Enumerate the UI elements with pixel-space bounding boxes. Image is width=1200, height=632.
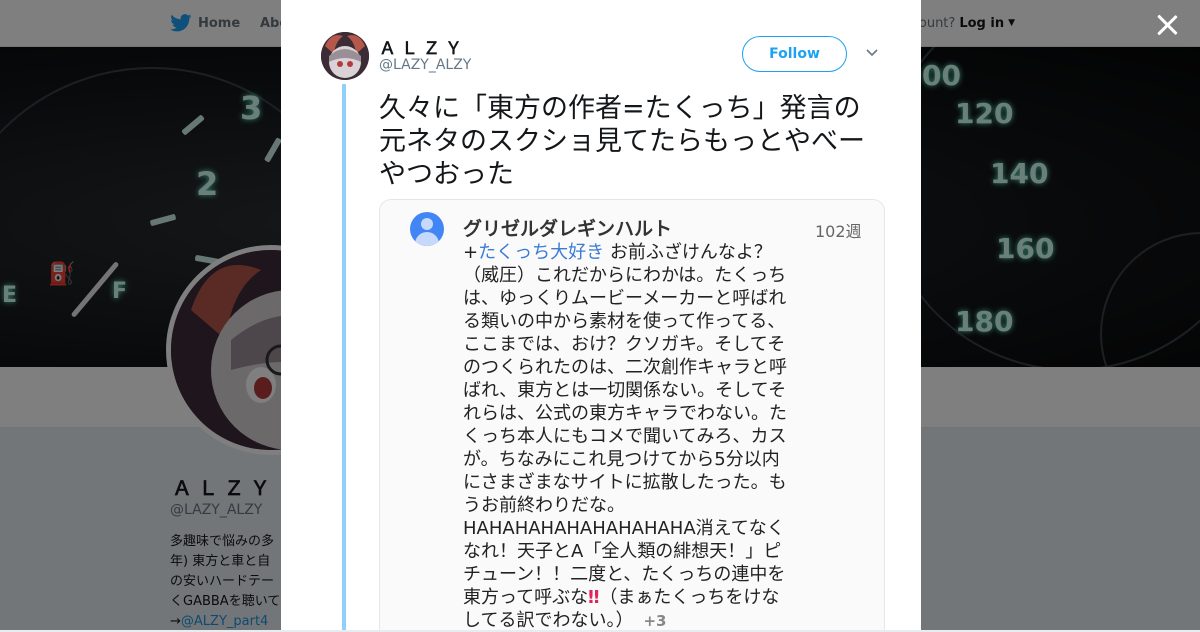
- comment-text-1: お前ふざけんなよ？（威圧）これだからにわかは。たくっちは、ゆっくりムービーメーカ…: [463, 242, 787, 608]
- chevron-down-icon[interactable]: [865, 46, 879, 60]
- comment-body: +たくっち大好き お前ふざけんなよ？（威圧）これだからにわかは。たくっちは、ゆっ…: [463, 241, 793, 630]
- thread-line: [342, 84, 346, 630]
- tweet-media-image[interactable]: グリゼルダレギンハルト 102週 +たくっち大好き お前ふざけんなよ？（威圧）こ…: [379, 199, 885, 630]
- comment-mention: たくっち大好き: [478, 242, 605, 263]
- close-icon[interactable]: [1154, 12, 1180, 38]
- author-avatar[interactable]: [321, 32, 369, 80]
- double-exclamation-icon: ‼: [588, 587, 600, 608]
- follow-button[interactable]: Follow: [742, 36, 847, 72]
- comment-time: 102週: [815, 222, 862, 241]
- comment-more-count: +3: [643, 612, 667, 630]
- tweet-text: 久々に「東方の作者=たくっち」発言の元ネタのスクショ見てたらもっとやべーやつおっ…: [379, 93, 865, 190]
- comment-author: グリゼルダレギンハルト: [463, 218, 673, 240]
- tweet-modal: ＡＬＺＹ @LAZY_ALZY Follow 久々に「東方の作者=たくっち」発言…: [281, 0, 921, 630]
- author-handle[interactable]: @LAZY_ALZY: [379, 57, 471, 73]
- comment-plus: +: [463, 242, 479, 263]
- author-avatar-illustration: [321, 32, 369, 80]
- user-avatar-icon: [410, 212, 444, 246]
- author-name[interactable]: ＡＬＺＹ: [379, 34, 467, 59]
